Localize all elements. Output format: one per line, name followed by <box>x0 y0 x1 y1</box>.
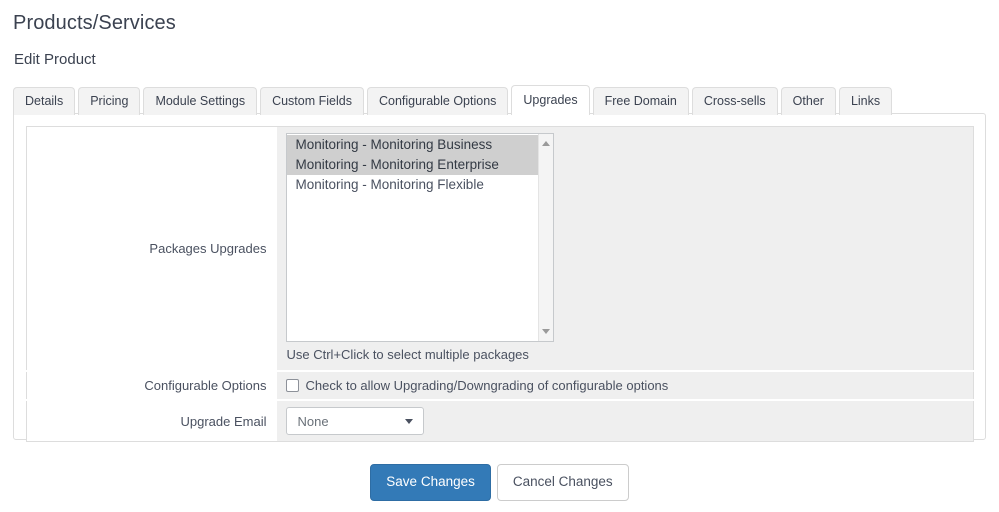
chevron-down-icon <box>404 418 413 424</box>
upgrades-form-table: Packages Upgrades Monitoring - Monitorin… <box>26 126 974 442</box>
tab-configurable-options[interactable]: Configurable Options <box>366 86 509 115</box>
edit-product-page: Products/Services Edit Product Details P… <box>0 0 999 512</box>
tab-pricing[interactable]: Pricing <box>78 86 141 115</box>
configurable-options-field: Check to allow Upgrading/Downgrading of … <box>276 371 974 400</box>
packages-upgrades-label: Packages Upgrades <box>26 126 277 371</box>
scroll-down-arrow-icon[interactable] <box>541 329 550 334</box>
configurable-options-label: Configurable Options <box>26 371 277 400</box>
upgrade-email-label: Upgrade Email <box>26 400 277 442</box>
packages-upgrades-listbox[interactable]: Monitoring - Monitoring Business Monitor… <box>285 133 554 342</box>
tab-upgrades[interactable]: Upgrades <box>511 84 590 115</box>
page-subtitle: Edit Product <box>14 51 96 68</box>
configurable-options-checkbox-label[interactable]: Check to allow Upgrading/Downgrading of … <box>306 378 669 393</box>
upgrade-email-value: None <box>297 413 329 429</box>
tab-cross-sells[interactable]: Cross-sells <box>691 86 778 115</box>
configurable-options-checkbox[interactable] <box>285 379 299 392</box>
tab-module-settings[interactable]: Module Settings <box>143 86 258 115</box>
list-item[interactable]: Monitoring - Monitoring Enterprise <box>286 155 539 175</box>
upgrade-email-select[interactable]: None <box>285 407 424 435</box>
configurable-options-checkbox-wrap: Check to allow Upgrading/Downgrading of … <box>285 378 966 393</box>
list-item[interactable]: Monitoring - Monitoring Business <box>286 135 539 155</box>
tab-custom-fields[interactable]: Custom Fields <box>260 86 364 115</box>
tab-details[interactable]: Details <box>13 86 76 115</box>
page-title: Products/Services <box>13 12 176 34</box>
save-changes-button[interactable]: Save Changes <box>370 464 491 501</box>
tab-links[interactable]: Links <box>838 86 893 115</box>
tab-other[interactable]: Other <box>780 86 836 115</box>
listbox-scrollbar[interactable] <box>537 134 553 341</box>
scroll-up-arrow-icon[interactable] <box>541 141 550 146</box>
tab-free-domain[interactable]: Free Domain <box>592 86 689 115</box>
table-row-upgrade-email: Upgrade Email None <box>26 400 974 442</box>
product-tabs: Details Pricing Module Settings Custom F… <box>0 84 895 115</box>
table-row-packages-upgrades: Packages Upgrades Monitoring - Monitorin… <box>26 126 974 371</box>
cancel-changes-button[interactable]: Cancel Changes <box>496 464 629 501</box>
packages-upgrades-help-text: Use Ctrl+Click to select multiple packag… <box>286 347 529 362</box>
packages-upgrades-field: Monitoring - Monitoring Business Monitor… <box>276 126 974 371</box>
upgrade-email-field: None <box>276 400 974 442</box>
list-item[interactable]: Monitoring - Monitoring Flexible <box>287 175 539 195</box>
table-row-configurable-options: Configurable Options Check to allow Upgr… <box>26 371 974 400</box>
packages-upgrades-options: Monitoring - Monitoring Business Monitor… <box>286 134 539 195</box>
form-action-bar: Save Changes Cancel Changes <box>0 464 999 501</box>
upgrades-panel: Packages Upgrades Monitoring - Monitorin… <box>13 113 986 442</box>
